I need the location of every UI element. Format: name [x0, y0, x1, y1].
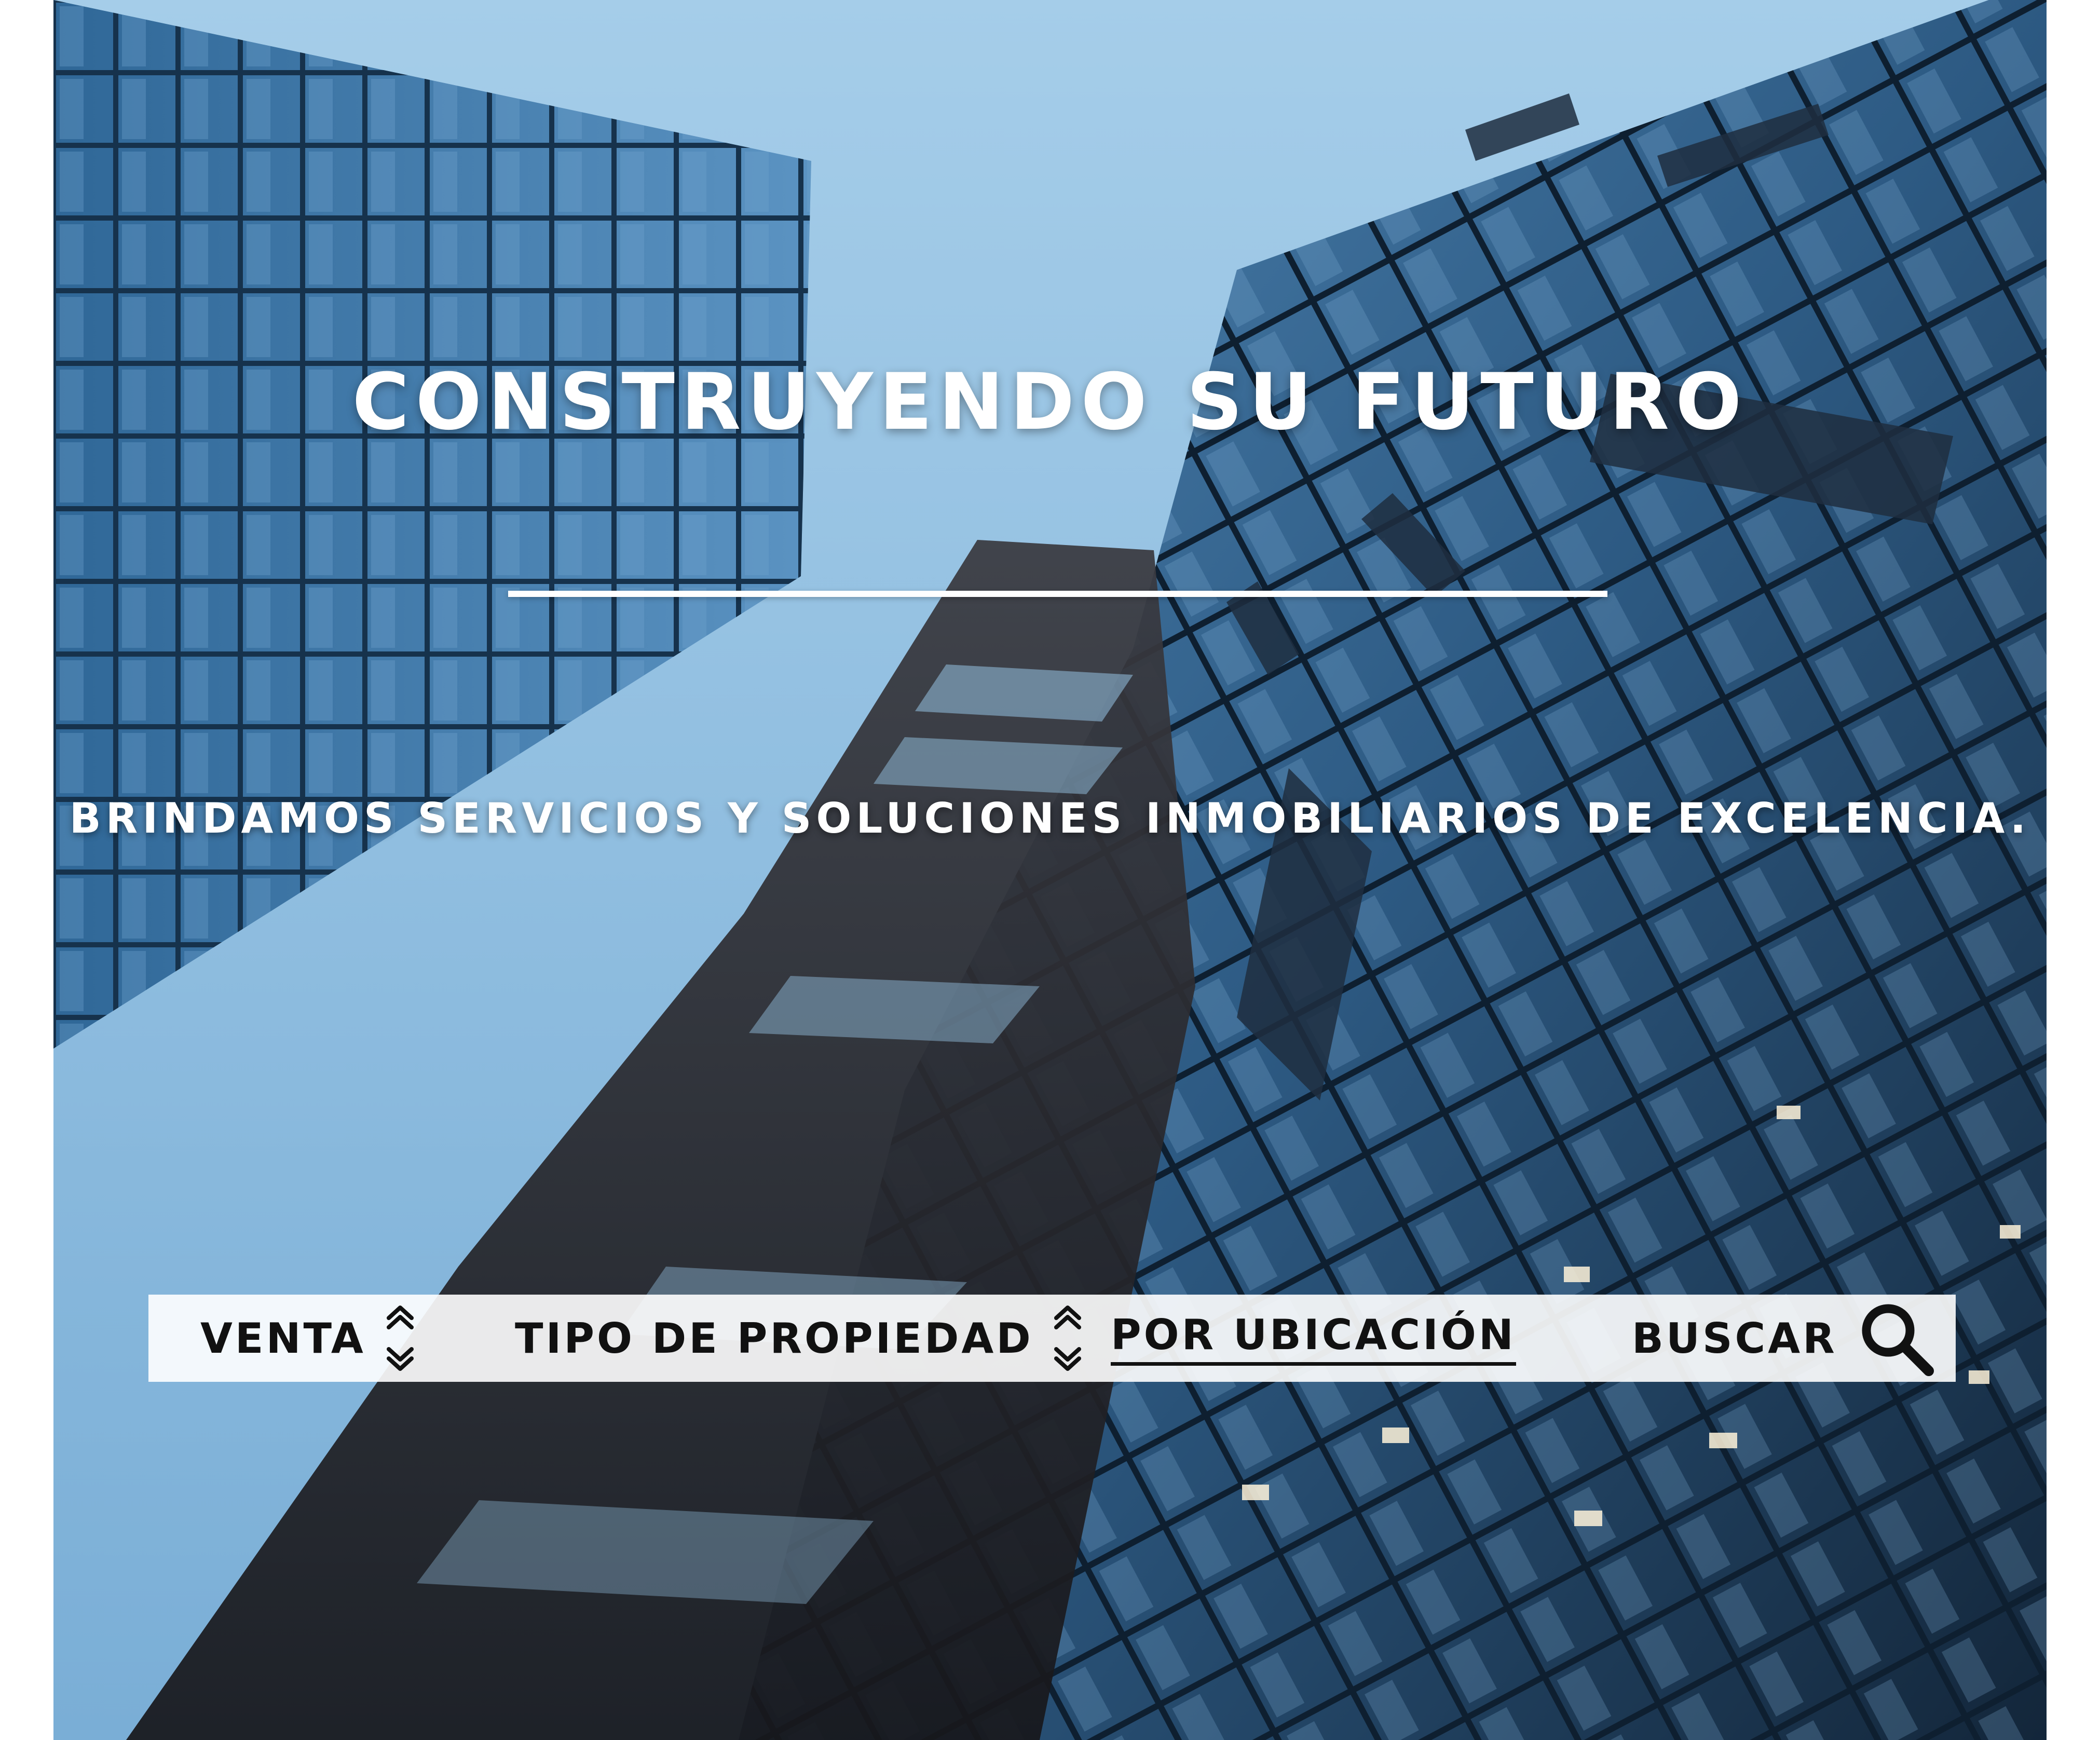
- up-down-chevron-icon: [386, 1306, 414, 1371]
- search-button[interactable]: BUSCAR: [1632, 1295, 1935, 1382]
- search-button-label: BUSCAR: [1632, 1314, 1837, 1363]
- hero-headline: CONSTRUYENDO SU FUTURO: [352, 357, 1748, 447]
- search-icon: [1862, 1304, 1934, 1376]
- location-filter-label: POR UBICACIÓN: [1111, 1311, 1516, 1366]
- hero-section: CONSTRUYENDO SU FUTURO BRINDAMOS SERVICI…: [53, 0, 2047, 1740]
- hero-subheadline: BRINDAMOS SERVICIOS Y SOLUCIONES INMOBIL…: [69, 794, 2031, 842]
- location-filter-link[interactable]: POR UBICACIÓN: [1111, 1295, 1516, 1382]
- operation-type-select[interactable]: VENTA: [200, 1295, 417, 1382]
- up-down-chevron-icon: [1054, 1306, 1081, 1371]
- hero-background-image: [53, 0, 2047, 1740]
- property-type-select[interactable]: TIPO DE PROPIEDAD: [515, 1295, 1084, 1382]
- operation-type-label: VENTA: [200, 1314, 366, 1363]
- property-search-bar: VENTA TIPO DE PROPIEDAD POR UBICACIÓN BU…: [148, 1295, 1956, 1382]
- property-type-label: TIPO DE PROPIEDAD: [515, 1314, 1033, 1363]
- hero-divider: [508, 591, 1607, 597]
